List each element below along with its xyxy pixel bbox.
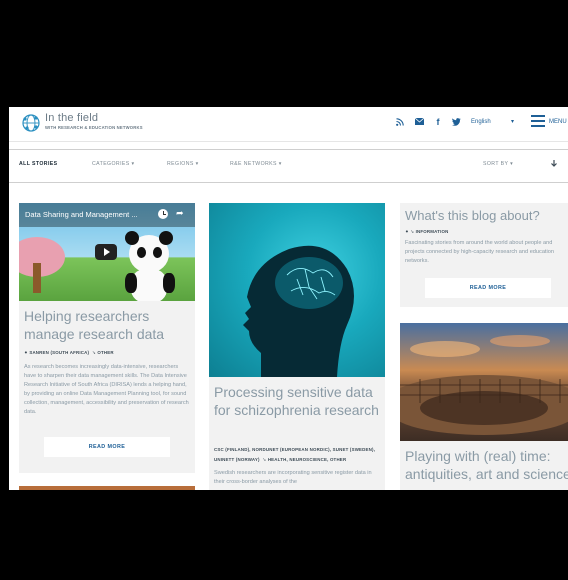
story-card-partial[interactable]: [19, 486, 195, 490]
story-title[interactable]: Processing sensitive data for schizophre…: [214, 383, 380, 419]
video-thumbnail[interactable]: Data Sharing and Management ... ➦: [19, 203, 195, 301]
globe-network-logo-icon[interactable]: [21, 113, 41, 133]
filter-nav: ALL STORIES CATEGORIES ▾ REGIONS ▾ R&E N…: [9, 149, 568, 183]
language-caret-icon[interactable]: ▾: [511, 115, 514, 129]
story-card-research-data[interactable]: Data Sharing and Management ... ➦ Helpin…: [19, 203, 195, 473]
twitter-icon[interactable]: [450, 115, 462, 129]
share-icon[interactable]: ➦: [176, 208, 184, 219]
story-card-schizophrenia[interactable]: Processing sensitive data for schizophre…: [209, 203, 385, 490]
tag-icon: ➘: [92, 350, 96, 355]
clock-icon[interactable]: [158, 209, 168, 219]
download-icon[interactable]: [549, 159, 559, 169]
facebook-icon[interactable]: f: [434, 115, 442, 129]
tag-icon: ➘: [410, 229, 415, 234]
colosseum-image[interactable]: [400, 323, 568, 441]
hamburger-menu-icon[interactable]: [531, 115, 545, 127]
about-blog-card: What's this blog about? ⚫ ➘ INFORMATION …: [400, 203, 568, 307]
video-title[interactable]: Data Sharing and Management ...: [25, 210, 138, 219]
nav-regions[interactable]: REGIONS ▾: [167, 161, 199, 167]
nav-sort-by[interactable]: SORT BY ▾: [483, 161, 513, 167]
language-selector[interactable]: English: [471, 115, 491, 129]
read-more-button[interactable]: READ MORE: [44, 437, 170, 457]
story-excerpt: As research becomes increasingly data-in…: [24, 364, 189, 415]
story-excerpt: Swedish researchers are incorporating se…: [214, 470, 372, 485]
story-meta-row: UNINETT (NORWAY) ➘ HEALTH, NEUROSCIENCE,…: [214, 457, 346, 463]
network-pin-icon: ⚫: [405, 229, 409, 234]
story-card-antiquities[interactable]: Playing with (real) time: antiquities, a…: [400, 323, 568, 490]
nav-all-stories[interactable]: ALL STORIES: [19, 161, 58, 167]
story-tags[interactable]: HEALTH, NEUROSCIENCE, OTHER: [268, 457, 347, 462]
nav-rse-networks[interactable]: R&E NETWORKS ▾: [230, 161, 282, 167]
network-pin-icon: ⚫: [24, 350, 28, 355]
tag-icon: ➘: [262, 457, 267, 462]
about-meta: ⚫ ➘ INFORMATION: [405, 229, 448, 235]
read-more-button[interactable]: READ MORE: [425, 278, 551, 298]
site-header: In the field WITH RESEARCH & EDUCATION N…: [9, 107, 568, 142]
nav-categories[interactable]: CATEGORIES ▾: [92, 161, 134, 167]
rss-icon[interactable]: [395, 115, 405, 129]
story-tag[interactable]: OTHER: [97, 350, 113, 355]
site-title[interactable]: In the field: [45, 112, 98, 124]
about-tag[interactable]: INFORMATION: [416, 229, 449, 234]
story-title[interactable]: Playing with (real) time: antiquities, a…: [405, 447, 568, 483]
story-author[interactable]: SANREN (SOUTH AFRICA): [29, 350, 89, 355]
mail-icon[interactable]: [413, 115, 425, 129]
story-meta-networks[interactable]: CSC (FINLAND), NORDUNET (EUROPEAN NORDIC…: [214, 447, 375, 452]
story-title[interactable]: Helping researchers manage research data: [24, 307, 190, 343]
story-meta: ⚫ SANREN (SOUTH AFRICA) ➘ OTHER: [24, 350, 114, 356]
about-excerpt: Fascinating stories from around the worl…: [405, 240, 554, 264]
menu-label[interactable]: MENU: [549, 115, 567, 129]
story-meta-network-2[interactable]: UNINETT (NORWAY): [214, 457, 260, 462]
site-subtitle: WITH RESEARCH & EDUCATION NETWORKS: [45, 125, 143, 130]
browser-screen: In the field WITH RESEARCH & EDUCATION N…: [9, 107, 568, 490]
brain-image[interactable]: [209, 203, 385, 377]
play-button-icon[interactable]: [95, 244, 117, 260]
about-title: What's this blog about?: [405, 208, 540, 223]
